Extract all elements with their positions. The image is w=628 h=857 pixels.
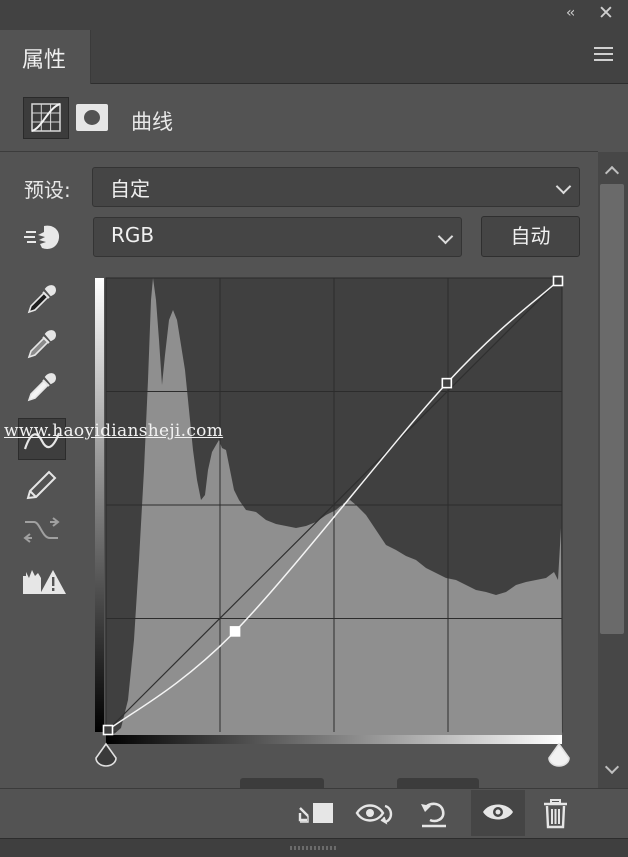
curve-control-point[interactable] bbox=[229, 626, 241, 637]
view-previous-state-icon[interactable] bbox=[355, 796, 395, 832]
curve-control-point[interactable] bbox=[552, 275, 564, 287]
hidden-tab-stub bbox=[397, 778, 479, 788]
clip-to-layer-icon[interactable] bbox=[296, 796, 336, 832]
white-input-slider[interactable] bbox=[548, 742, 570, 767]
black-input-slider[interactable] bbox=[95, 742, 117, 767]
resize-grip-icon[interactable] bbox=[290, 846, 336, 850]
watermark-text: www.haoyidiansheji.com bbox=[4, 421, 224, 441]
scrollbar-thumb[interactable] bbox=[600, 184, 624, 634]
trash-icon[interactable] bbox=[538, 796, 578, 832]
input-gradient-bar bbox=[106, 735, 562, 744]
curve-control-point[interactable] bbox=[441, 377, 453, 389]
hidden-tab-stub bbox=[240, 778, 324, 788]
reset-icon[interactable] bbox=[414, 796, 454, 832]
visibility-eye-icon[interactable] bbox=[479, 796, 519, 832]
output-gradient-bar bbox=[95, 278, 104, 732]
curve-control-point[interactable] bbox=[102, 724, 114, 736]
